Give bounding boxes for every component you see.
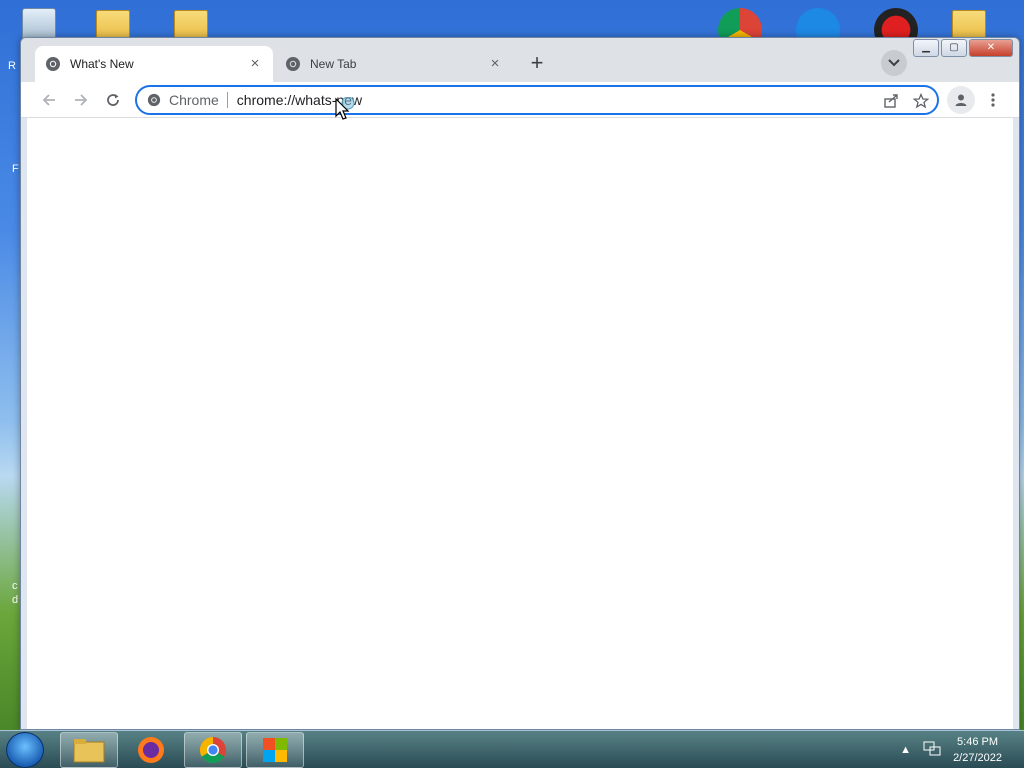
taskbar: ▲ 5:46 PM 2/27/2022: [0, 730, 1024, 768]
profile-icon: [955, 94, 967, 106]
window-controls: ▁ ▢ ✕: [913, 39, 1013, 57]
desktop-label-fragment: c: [12, 580, 18, 592]
reload-icon: [107, 94, 119, 106]
address-bar[interactable]: Chrome chrome://whats-new: [135, 85, 939, 115]
scheme-chip: Chrome: [169, 92, 228, 108]
page-content: [27, 118, 1013, 729]
clock-date: 2/27/2022: [953, 752, 1002, 764]
reload-button[interactable]: [99, 86, 127, 114]
browser-toolbar: Chrome chrome://whats-new: [21, 82, 1019, 118]
chrome-favicon: [45, 56, 61, 72]
chrome-favicon: [285, 56, 301, 72]
firefox-icon[interactable]: [122, 732, 180, 768]
clock[interactable]: 5:46 PM 2/27/2022: [953, 734, 1002, 766]
desktop-label-fragment: F: [12, 163, 19, 175]
file-explorer-icon[interactable]: [60, 732, 118, 768]
system-tray: ▲ 5:46 PM 2/27/2022: [900, 734, 1002, 766]
desktop-label-fragment: R: [8, 60, 16, 72]
new-tab-button[interactable]: +: [523, 50, 551, 78]
chrome-favicon: [147, 93, 161, 107]
tab-strip: What's New × New Tab × + ▁ ▢ ✕: [21, 38, 1019, 82]
menu-button[interactable]: [979, 86, 1007, 114]
chrome-icon[interactable]: [184, 732, 242, 768]
office-icon[interactable]: [246, 732, 304, 768]
profile-button[interactable]: [947, 86, 975, 114]
close-window-button[interactable]: ✕: [969, 39, 1013, 57]
chrome-window: What's New × New Tab × + ▁ ▢ ✕ Chrome ch…: [20, 37, 1020, 730]
back-icon: [42, 94, 55, 106]
tray-overflow-icon[interactable]: ▲: [900, 744, 911, 756]
star-icon[interactable]: [911, 91, 931, 111]
share-icon[interactable]: [881, 91, 901, 111]
menu-icon: [991, 93, 995, 107]
desktop-label-fragment: d: [12, 594, 19, 606]
clock-time: 5:46 PM: [957, 736, 999, 748]
maximize-button[interactable]: ▢: [941, 39, 967, 57]
forward-button[interactable]: [67, 86, 95, 114]
tab-new-tab[interactable]: New Tab ×: [275, 46, 513, 82]
minimize-button[interactable]: ▁: [913, 39, 939, 57]
tab-whats-new[interactable]: What's New ×: [35, 46, 273, 82]
mouse-cursor-icon: [335, 97, 355, 120]
tab-search-icon[interactable]: [881, 50, 907, 76]
tab-title: New Tab: [310, 57, 357, 71]
windows-start-icon[interactable]: [6, 732, 44, 768]
network-icon[interactable]: [923, 741, 941, 760]
tab-title: What's New: [70, 57, 134, 71]
forward-icon: [75, 94, 88, 106]
tab-close-icon[interactable]: ×: [487, 56, 503, 72]
tab-close-icon[interactable]: ×: [247, 56, 263, 72]
back-button[interactable]: [35, 86, 63, 114]
